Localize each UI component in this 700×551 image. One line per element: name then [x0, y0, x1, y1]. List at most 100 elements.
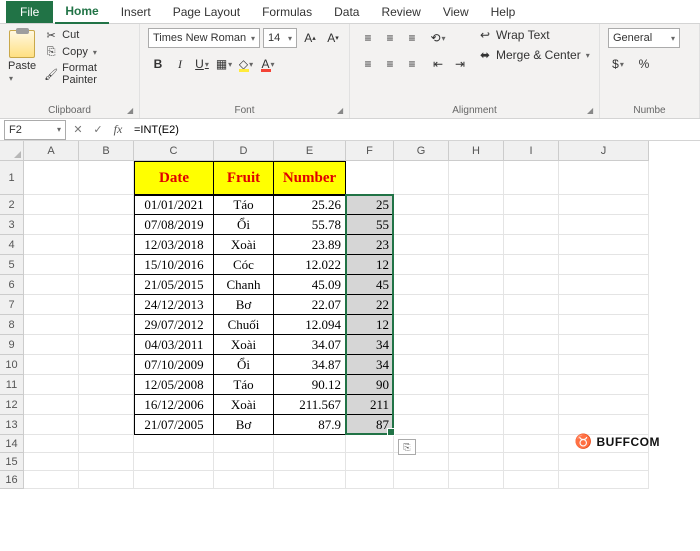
- cell[interactable]: 12: [346, 255, 394, 275]
- align-center-button[interactable]: ≡: [380, 54, 400, 74]
- cell[interactable]: Number: [274, 161, 346, 195]
- cell[interactable]: 01/01/2021: [134, 195, 214, 215]
- cell[interactable]: [79, 355, 134, 375]
- cell[interactable]: [79, 235, 134, 255]
- cell[interactable]: [449, 395, 504, 415]
- column-header[interactable]: J: [559, 141, 649, 161]
- cell[interactable]: 22: [346, 295, 394, 315]
- cell[interactable]: [449, 375, 504, 395]
- cell[interactable]: [394, 295, 449, 315]
- cell[interactable]: [559, 255, 649, 275]
- align-top-button[interactable]: ≡: [358, 28, 378, 48]
- cell[interactable]: 29/07/2012: [134, 315, 214, 335]
- align-middle-button[interactable]: ≡: [380, 28, 400, 48]
- cell[interactable]: [24, 275, 79, 295]
- cell[interactable]: 12.094: [274, 315, 346, 335]
- row-header[interactable]: 2: [0, 195, 24, 215]
- cell[interactable]: [394, 255, 449, 275]
- row-header[interactable]: 7: [0, 295, 24, 315]
- dialog-launcher[interactable]: ◢: [587, 106, 597, 116]
- cell[interactable]: 45: [346, 275, 394, 295]
- cell[interactable]: [79, 315, 134, 335]
- cell[interactable]: [449, 235, 504, 255]
- cell[interactable]: [24, 215, 79, 235]
- cell[interactable]: Ổi: [214, 355, 274, 375]
- cell[interactable]: Táo: [214, 375, 274, 395]
- cell[interactable]: [134, 471, 214, 489]
- cell[interactable]: [504, 435, 559, 453]
- row-header[interactable]: 6: [0, 275, 24, 295]
- tab-page-layout[interactable]: Page Layout: [163, 1, 250, 23]
- cell[interactable]: [394, 335, 449, 355]
- cell[interactable]: Bơ: [214, 295, 274, 315]
- cell[interactable]: [449, 295, 504, 315]
- font-color-button[interactable]: A▾: [258, 54, 278, 74]
- tab-file[interactable]: File: [6, 1, 53, 23]
- cell[interactable]: [24, 395, 79, 415]
- cell[interactable]: [449, 161, 504, 195]
- wrap-text-button[interactable]: ↩Wrap Text: [478, 28, 590, 42]
- cell[interactable]: [274, 471, 346, 489]
- dialog-launcher[interactable]: ◢: [337, 106, 347, 116]
- cell[interactable]: Táo: [214, 195, 274, 215]
- cell[interactable]: [449, 335, 504, 355]
- cell[interactable]: [346, 161, 394, 195]
- cell[interactable]: [79, 435, 134, 453]
- cell[interactable]: [24, 315, 79, 335]
- cell[interactable]: [79, 255, 134, 275]
- cell[interactable]: 87: [346, 415, 394, 435]
- cell[interactable]: [394, 375, 449, 395]
- cell[interactable]: [449, 435, 504, 453]
- tab-insert[interactable]: Insert: [111, 1, 161, 23]
- cell[interactable]: [449, 471, 504, 489]
- cancel-formula-button[interactable]: ✕: [68, 120, 88, 140]
- cell[interactable]: [79, 395, 134, 415]
- cell[interactable]: 23.89: [274, 235, 346, 255]
- cell[interactable]: [24, 355, 79, 375]
- cell[interactable]: [504, 315, 559, 335]
- cell[interactable]: 34.87: [274, 355, 346, 375]
- cell[interactable]: [394, 415, 449, 435]
- cell[interactable]: [79, 161, 134, 195]
- row-header[interactable]: 8: [0, 315, 24, 335]
- select-all-button[interactable]: [0, 141, 24, 161]
- cell[interactable]: [346, 435, 394, 453]
- tab-data[interactable]: Data: [324, 1, 369, 23]
- cell[interactable]: [394, 395, 449, 415]
- cell[interactable]: [559, 161, 649, 195]
- cell[interactable]: [79, 375, 134, 395]
- cell[interactable]: [214, 471, 274, 489]
- cell[interactable]: [394, 275, 449, 295]
- cell[interactable]: [559, 295, 649, 315]
- cell[interactable]: [559, 375, 649, 395]
- cell[interactable]: 24/12/2013: [134, 295, 214, 315]
- cell[interactable]: Xoài: [214, 235, 274, 255]
- cell[interactable]: 55.78: [274, 215, 346, 235]
- cell[interactable]: [449, 215, 504, 235]
- row-header[interactable]: 14: [0, 435, 24, 453]
- cell[interactable]: [24, 335, 79, 355]
- cell[interactable]: [504, 471, 559, 489]
- row-header[interactable]: 1: [0, 161, 24, 195]
- cell[interactable]: [449, 195, 504, 215]
- cell[interactable]: [504, 295, 559, 315]
- grow-font-button[interactable]: A▴: [300, 28, 320, 48]
- copy-button[interactable]: ⎘Copy ▾: [44, 45, 131, 59]
- cell[interactable]: [79, 195, 134, 215]
- cell[interactable]: [504, 215, 559, 235]
- cell[interactable]: 12/03/2018: [134, 235, 214, 255]
- cell[interactable]: [559, 335, 649, 355]
- cell[interactable]: [134, 435, 214, 453]
- cell[interactable]: 22.07: [274, 295, 346, 315]
- font-size-select[interactable]: 14▾: [263, 28, 297, 48]
- cell[interactable]: [449, 355, 504, 375]
- column-header[interactable]: G: [394, 141, 449, 161]
- format-painter-button[interactable]: 🖌Format Painter: [44, 62, 131, 86]
- tab-review[interactable]: Review: [371, 1, 430, 23]
- column-header[interactable]: I: [504, 141, 559, 161]
- cell[interactable]: 12/05/2008: [134, 375, 214, 395]
- cell[interactable]: 25: [346, 195, 394, 215]
- tab-formulas[interactable]: Formulas: [252, 1, 322, 23]
- cell[interactable]: 16/12/2006: [134, 395, 214, 415]
- accounting-format-button[interactable]: $▾: [608, 54, 628, 74]
